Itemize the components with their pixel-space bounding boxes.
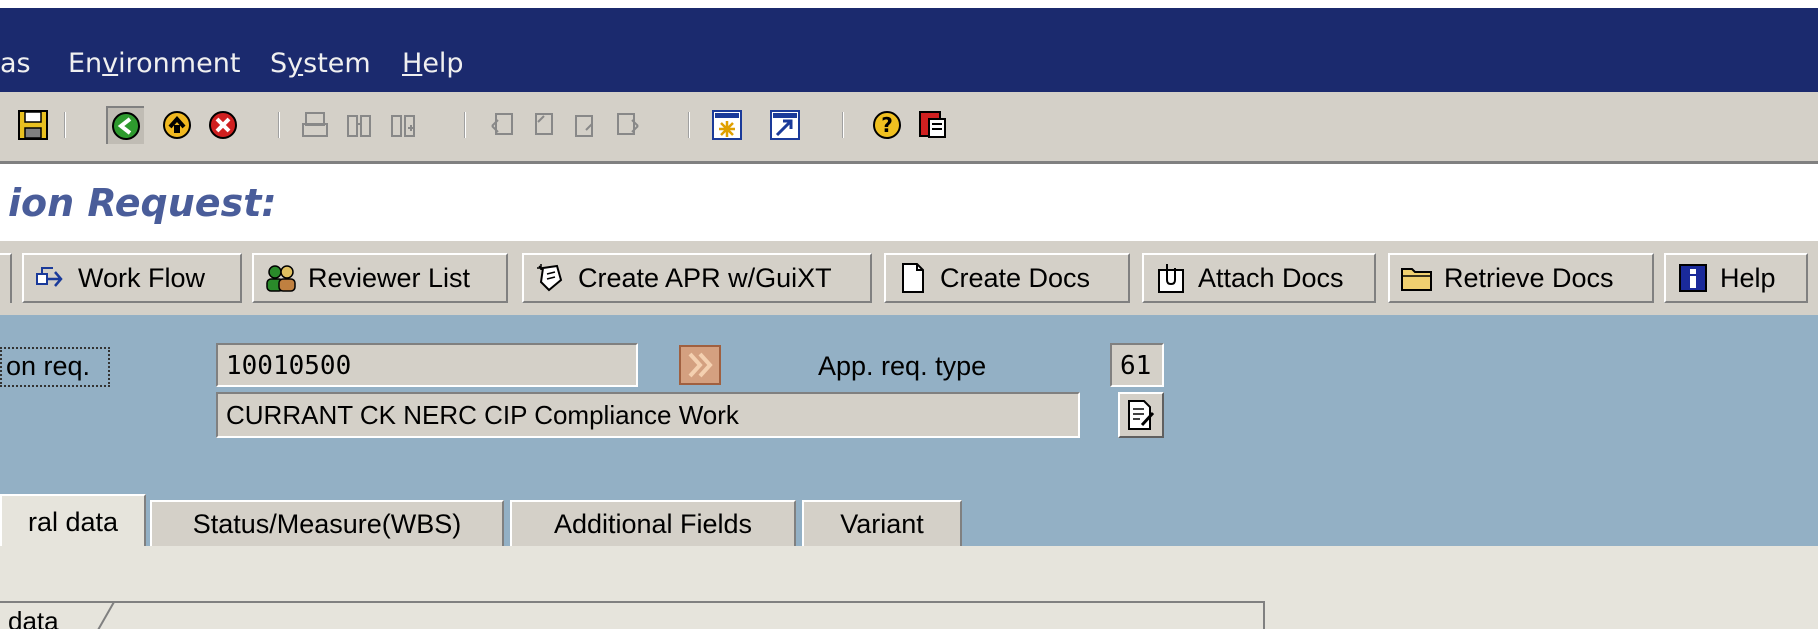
menu-item-system[interactable]: System: [270, 48, 371, 79]
menu-item-help[interactable]: Help: [402, 48, 464, 79]
create-docs-button[interactable]: Create Docs: [884, 253, 1130, 303]
first-page-icon[interactable]: [484, 106, 522, 144]
app-req-type-label: App. req. type: [818, 351, 987, 381]
description-field[interactable]: CURRANT CK NERC CIP Compliance Work: [216, 392, 1080, 438]
menu-item-environment[interactable]: Environment: [68, 48, 240, 79]
tab-status-measure[interactable]: Status/Measure(WBS): [150, 500, 504, 546]
layout-menu-icon[interactable]: [914, 106, 952, 144]
document-icon: [896, 261, 930, 295]
menu-bar: as Environment System Help: [0, 8, 1818, 92]
previous-page-icon[interactable]: [524, 106, 562, 144]
find-icon[interactable]: [340, 106, 378, 144]
long-text-button[interactable]: [1118, 392, 1164, 438]
find-next-icon[interactable]: [384, 106, 422, 144]
shortcut-icon[interactable]: [766, 106, 804, 144]
create-session-icon[interactable]: [708, 106, 746, 144]
exit-icon[interactable]: [158, 106, 196, 144]
toolbar-separator: [842, 112, 844, 138]
app-req-type-field[interactable]: 61: [1110, 343, 1164, 387]
app-toolbar-edge: [0, 253, 12, 303]
menu-item-extras[interactable]: as: [0, 48, 31, 79]
switch-request-icon: [679, 345, 721, 385]
frame-title: data: [8, 606, 59, 629]
create-apr-button[interactable]: Create APR w/GuiXT: [522, 253, 872, 303]
users-icon: [264, 261, 298, 295]
info-icon: [1676, 261, 1710, 295]
retrieve-docs-button[interactable]: Retrieve Docs: [1388, 253, 1654, 303]
work-flow-label: Work Flow: [78, 262, 206, 293]
frame-title-tab: [68, 601, 115, 629]
help-label: Help: [1720, 262, 1776, 293]
toolbar-separator: [464, 112, 466, 138]
application-toolbar: Work Flow Reviewer List Create APR w/Gui…: [0, 239, 1818, 315]
general-data-frame: [0, 601, 1265, 629]
retrieve-docs-label: Retrieve Docs: [1444, 262, 1614, 293]
save-icon[interactable]: [14, 106, 52, 144]
create-apr-icon: [534, 261, 568, 295]
attach-icon: [1154, 261, 1188, 295]
help-button[interactable]: Help: [1664, 253, 1808, 303]
page-title: ion Request:: [8, 181, 277, 225]
create-docs-label: Create Docs: [940, 262, 1091, 293]
create-apr-label: Create APR w/GuiXT: [578, 262, 832, 293]
tab-variant[interactable]: Variant: [802, 500, 962, 546]
edit-text-icon: [1128, 400, 1155, 430]
next-page-icon[interactable]: [566, 106, 604, 144]
attach-docs-button[interactable]: Attach Docs: [1142, 253, 1376, 303]
workflow-icon: [34, 261, 68, 295]
reviewer-list-button[interactable]: Reviewer List: [252, 253, 508, 303]
svg-text:?: ?: [881, 113, 893, 137]
appropriation-request-label[interactable]: on req.: [0, 347, 110, 387]
print-icon[interactable]: [296, 106, 334, 144]
tab-general-data[interactable]: ral data: [0, 494, 146, 548]
toolbar-separator: [64, 112, 66, 138]
attach-docs-label: Attach Docs: [1198, 262, 1344, 293]
back-icon[interactable]: [106, 106, 144, 144]
reviewer-list-label: Reviewer List: [308, 262, 471, 293]
last-page-icon[interactable]: [608, 106, 646, 144]
tab-additional-fields[interactable]: Additional Fields: [510, 500, 796, 546]
standard-toolbar: ?: [0, 92, 1818, 164]
tab-content: [0, 546, 1818, 629]
toolbar-separator: [278, 112, 280, 138]
other-request-button[interactable]: [676, 343, 724, 387]
title-area: ion Request:: [0, 167, 1818, 239]
top-strip: [0, 0, 1818, 8]
cancel-icon[interactable]: [204, 106, 242, 144]
toolbar-separator: [688, 112, 690, 138]
folder-icon: [1400, 261, 1434, 295]
work-flow-button[interactable]: Work Flow: [22, 253, 242, 303]
appropriation-request-field[interactable]: 10010500: [216, 343, 638, 387]
help-icon[interactable]: ?: [868, 106, 906, 144]
